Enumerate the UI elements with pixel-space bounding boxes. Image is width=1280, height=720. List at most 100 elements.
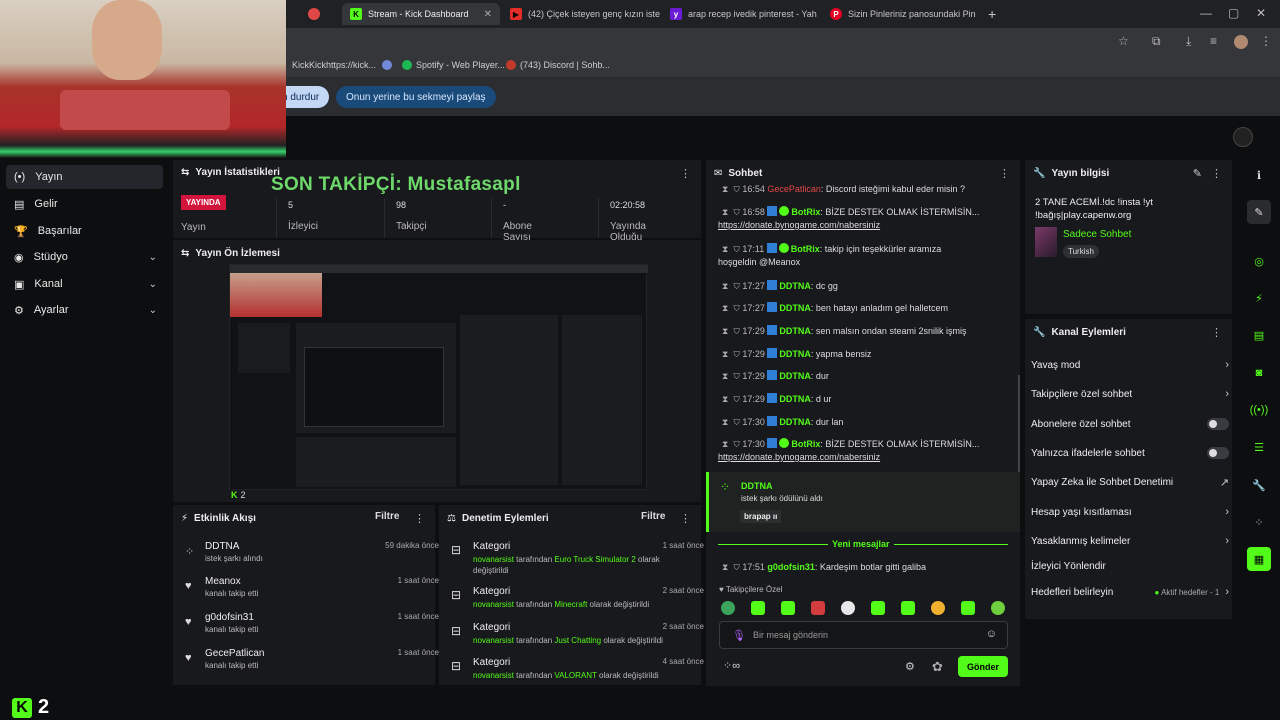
mod-icon[interactable]: ⛉ (733, 244, 739, 254)
emote-only-toggle[interactable] (1207, 447, 1229, 459)
more-icon[interactable]: ⋮ (680, 167, 691, 180)
emote-icon[interactable] (751, 601, 765, 615)
browser-tab-yahoo[interactable]: y arap recep ivedik pinterest - Yah ✕ (662, 3, 820, 25)
mod-icon[interactable]: ⛉ (733, 281, 739, 291)
edit-layout-icon[interactable]: ✎ (1247, 200, 1271, 224)
chat-scrollbar[interactable] (1018, 375, 1020, 485)
chat-user[interactable]: DDTNA (779, 394, 811, 404)
bookmark-spotify-web[interactable]: Spotify - Web Player... (402, 60, 505, 70)
new-tab-button[interactable]: + (980, 3, 1000, 25)
star-icon[interactable]: ☆ (1118, 34, 1129, 48)
action-followers-only[interactable]: Takipçilere özel sohbet › (1031, 388, 1229, 400)
sidebar-item-yayin[interactable]: (•) Yayın (6, 165, 163, 189)
timeout-icon[interactable]: ⧗ (722, 394, 728, 404)
bookmark-discord[interactable]: (743) Discord | Sohb... (506, 60, 610, 70)
chat-user[interactable]: BotRix (791, 439, 820, 449)
broadcast-icon[interactable]: ((•)) (1247, 398, 1271, 422)
mod-icon[interactable]: ⛉ (733, 371, 739, 381)
emoji-icon[interactable]: ☺ (986, 628, 997, 640)
timeout-icon[interactable]: ⧗ (722, 349, 728, 359)
sidebar-item-ayarlar[interactable]: ⚙ Ayarlar ⌄ (6, 298, 163, 322)
chat-user[interactable]: DDTNA (779, 349, 811, 359)
microphone-icon[interactable]: 🎙 (732, 629, 746, 642)
more-icon[interactable]: ⋮ (680, 512, 691, 525)
timeout-icon[interactable]: ⧗ (722, 184, 728, 194)
sidebar-item-basarilar[interactable]: 🏆 Başarılar (6, 219, 163, 243)
maximize-icon[interactable]: ▢ (1228, 6, 1239, 20)
edit-icon[interactable]: ✎ (1193, 167, 1202, 180)
timeout-icon[interactable]: ⧗ (722, 417, 728, 427)
bookmark-spotify[interactable] (382, 60, 392, 70)
user-avatar[interactable] (1233, 127, 1253, 147)
subscribers-only-toggle[interactable] (1207, 418, 1229, 430)
action-slow-mode[interactable]: Yavaş mod › (1031, 359, 1229, 371)
stream-preview-video[interactable] (229, 264, 648, 490)
browser-menu-icon[interactable]: ⋮ (1260, 34, 1272, 48)
action-account-age[interactable]: Hesap yaşı kısıtlaması › (1031, 506, 1229, 518)
mod-icon[interactable]: ⛉ (733, 184, 739, 194)
action-banned-words[interactable]: Yasaklanmış kelimeler › (1031, 535, 1229, 547)
minimize-icon[interactable]: — (1200, 6, 1212, 20)
profile-avatar[interactable] (1234, 35, 1248, 49)
chat-user[interactable]: GecePatlican (767, 184, 821, 194)
emote-icon[interactable] (781, 601, 795, 615)
chat-link[interactable]: https://donate.bynogame.com/nabersiniz (718, 452, 880, 462)
new-messages-label[interactable]: Yeni mesajlar (828, 539, 894, 549)
emote-icon[interactable] (721, 601, 735, 615)
category-link[interactable]: Sadece Sohbet (1063, 229, 1131, 240)
bookmark-kick[interactable]: KickKickhttps://kick... (292, 60, 376, 70)
action-raid[interactable]: İzleyici Yönlendir (1031, 561, 1229, 572)
browser-tab-pinterest[interactable]: P Sizin Pinleriniz panosundaki Pin ✕ (822, 3, 980, 25)
more-icon[interactable]: ⋮ (1211, 167, 1222, 180)
browser-tab-record[interactable] (300, 3, 340, 25)
lightning-icon[interactable]: ⚡ (1247, 286, 1271, 310)
download-icon[interactable]: ⤓ (1186, 34, 1191, 49)
mod-icon[interactable]: ⛉ (733, 303, 739, 313)
emote-icon[interactable] (811, 601, 825, 615)
chat-bubble-icon[interactable]: ◙ (1247, 361, 1271, 385)
timeout-icon[interactable]: ⧗ (722, 562, 728, 572)
chat-user[interactable]: DDTNA (779, 303, 811, 313)
timeout-icon[interactable]: ⧗ (722, 244, 728, 254)
browser-tab-kick-dashboard[interactable]: K Stream - Kick Dashboard ✕ (342, 3, 500, 25)
chat-link[interactable]: https://donate.bynogame.com/nabersiniz (718, 220, 880, 230)
timeout-icon[interactable]: ⧗ (722, 303, 728, 313)
add-panel-icon[interactable]: ▦ (1247, 547, 1271, 571)
timeout-icon[interactable]: ⧗ (722, 281, 728, 291)
close-icon[interactable]: ✕ (484, 9, 492, 20)
action-goals[interactable]: Hedefleri belirleyin ● Aktif hedefler - … (1031, 586, 1229, 598)
browser-tab-youtube[interactable]: ▶ (42) Çiçek isteyen genç kızın iste ✕ (502, 3, 660, 25)
chat-settings-icon[interactable]: ⚙ (905, 660, 915, 673)
timeout-icon[interactable]: ⧗ (722, 439, 728, 449)
sidebar-item-studyo[interactable]: ◉ Stüdyo ⌄ (6, 245, 163, 269)
wrench-icon[interactable]: 🔧 (1247, 473, 1271, 497)
chat-user[interactable]: g0dofsin31 (767, 562, 815, 572)
points-indicator[interactable]: ⁘∞ (723, 659, 740, 672)
activity-filter-button[interactable]: Filtre (375, 511, 399, 522)
window-close-icon[interactable]: ✕ (1256, 6, 1266, 20)
chat-puzzle-icon[interactable]: ✿ (932, 659, 943, 675)
redeem-user[interactable]: DDTNA (741, 481, 773, 491)
emote-icon[interactable] (871, 601, 885, 615)
chat-user[interactable]: BotRix (791, 244, 820, 254)
sidebar-item-kanal[interactable]: ▣ Kanal ⌄ (6, 272, 163, 296)
mod-icon[interactable]: ⛉ (733, 349, 739, 359)
notes-icon[interactable]: ▤ (1247, 323, 1271, 347)
action-ai-moderation[interactable]: Yapay Zeka ile Sohbet Denetimi ↗ (1031, 476, 1229, 489)
more-icon[interactable]: ⋮ (414, 512, 425, 525)
mod-icon[interactable]: ⛉ (733, 417, 739, 427)
points-icon[interactable]: ⁘ (1247, 510, 1271, 534)
share-this-tab-button[interactable]: Onun yerine bu sekmeyi paylaş (336, 86, 496, 108)
chat-user[interactable]: DDTNA (779, 417, 811, 427)
emote-icon[interactable] (901, 601, 915, 615)
extensions-icon[interactable]: ⧉ (1152, 34, 1161, 49)
chat-input[interactable]: 🎙 Bir mesaj gönderin ☺ (719, 621, 1008, 649)
timeout-icon[interactable]: ⧗ (722, 371, 728, 381)
mod-icon[interactable]: ⛉ (733, 562, 739, 572)
more-icon[interactable]: ⋮ (999, 167, 1010, 180)
emote-icon[interactable] (841, 601, 855, 615)
mod-icon[interactable]: ⛉ (733, 439, 739, 449)
timeout-icon[interactable]: ⧗ (722, 207, 728, 217)
sidebar-item-gelir[interactable]: ▤ Gelir (6, 192, 163, 216)
layout-icon[interactable]: ☰ (1247, 435, 1271, 459)
